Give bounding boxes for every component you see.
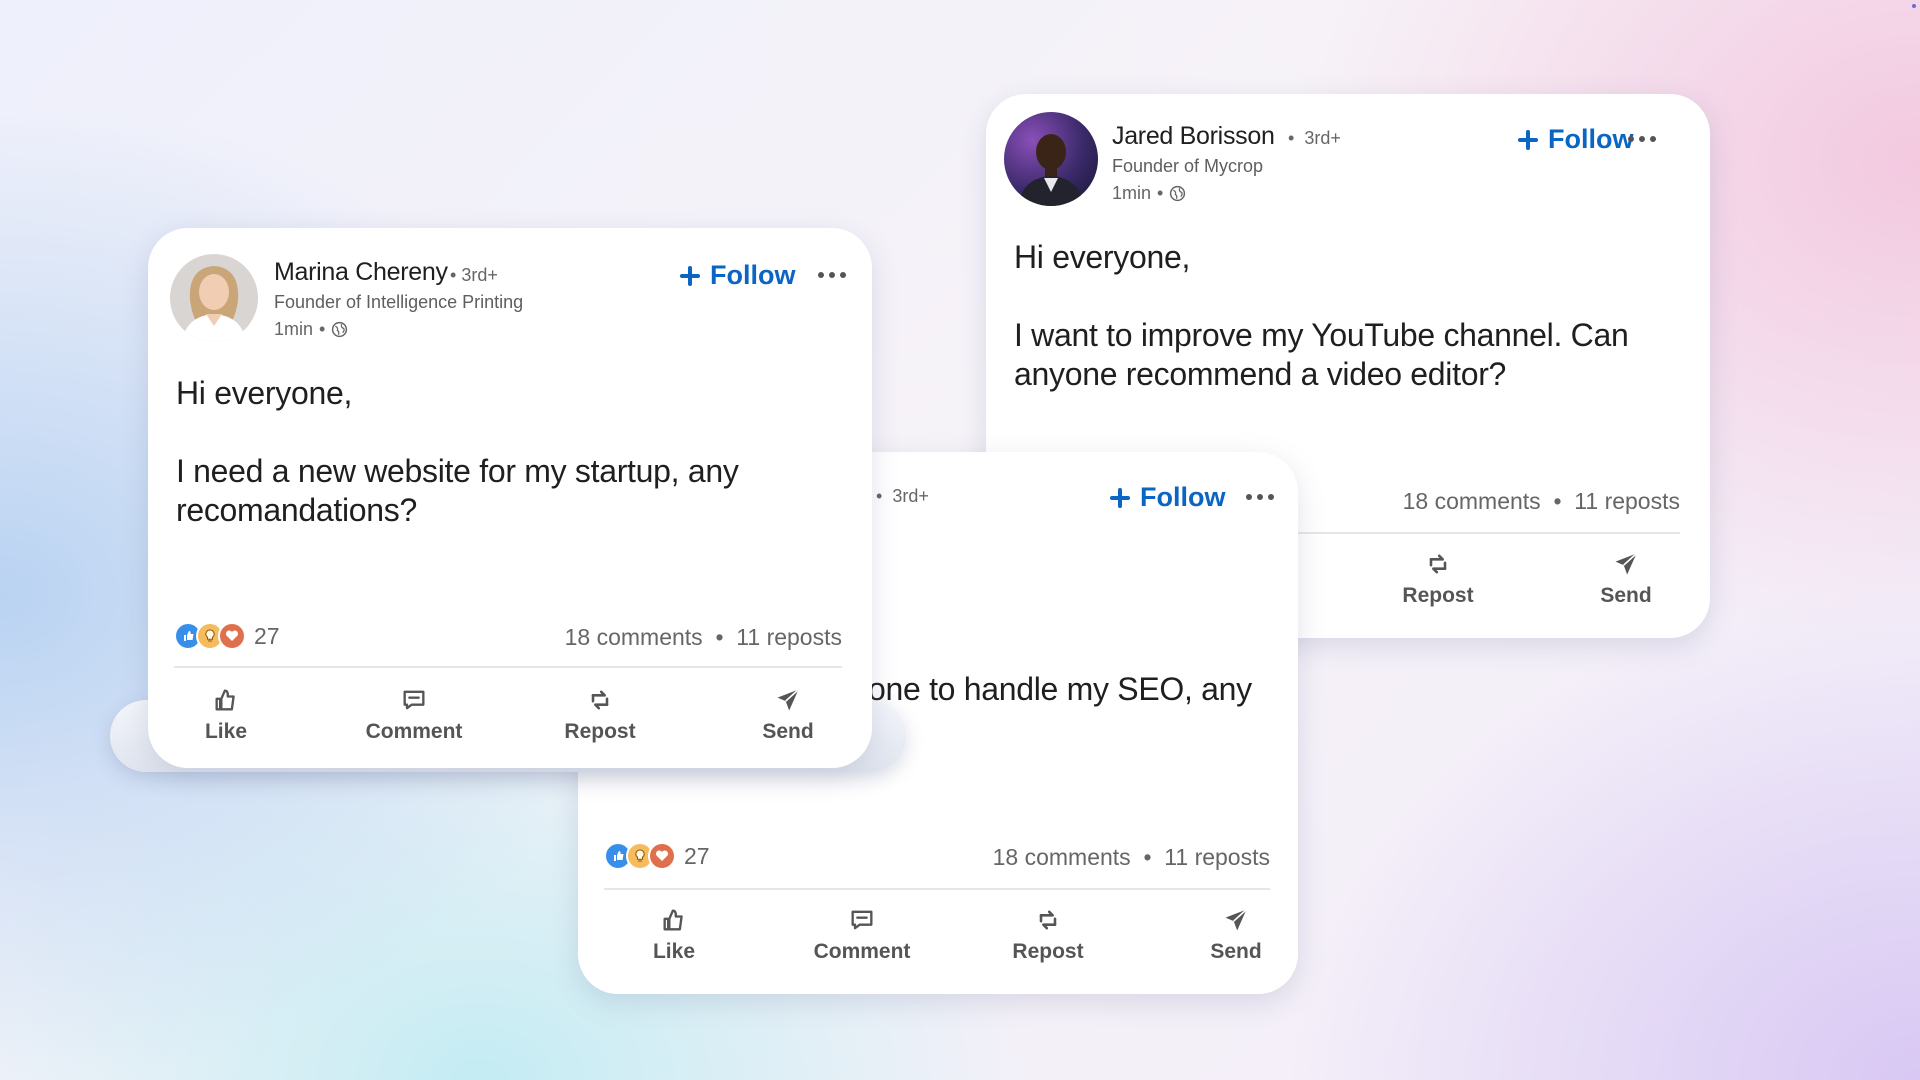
author-name[interactable]: Jared Borisson (1112, 122, 1275, 151)
repost-label: Repost (1402, 584, 1474, 607)
reactions-summary[interactable]: 27 (174, 622, 280, 650)
separator: • (876, 486, 883, 506)
globe-icon (1170, 185, 1186, 202)
like-label: Like (652, 940, 696, 963)
comment-button[interactable]: Comment (802, 906, 922, 964)
post-body: Hi everyone, I want to improve my YouTub… (1014, 238, 1674, 394)
follow-label: Follow (710, 260, 796, 290)
repost-button[interactable]: Repost (540, 686, 660, 744)
send-icon (1225, 908, 1248, 931)
repost-button[interactable]: Repost (1378, 550, 1498, 608)
like-icon (663, 909, 683, 931)
repost-icon (591, 690, 609, 710)
divider (174, 666, 842, 668)
separator: • (1553, 488, 1562, 514)
like-button[interactable]: Like (166, 686, 286, 744)
degree-label: 3rd+ (1304, 128, 1341, 148)
post-stats: 18 comments • 11 reposts (993, 844, 1270, 871)
post-message: I want to improve my YouTube channel. Ca… (1014, 317, 1629, 392)
divider (604, 888, 1270, 890)
post-stats: 18 comments • 11 reposts (565, 624, 842, 651)
post-body: Hi everyone, I need a new website for my… (176, 374, 806, 530)
author-name[interactable]: Marina Chereny (274, 258, 448, 287)
follow-button[interactable]: Follow (1518, 124, 1633, 155)
send-label: Send (1600, 584, 1652, 607)
send-label: Send (762, 720, 814, 743)
comment-icon (851, 910, 873, 930)
author-headline: Founder of Mycrop (1112, 156, 1264, 176)
send-button[interactable]: Send (1566, 550, 1686, 608)
like-label: Like (204, 720, 248, 743)
reactions-summary[interactable]: 27 (604, 842, 710, 870)
follow-label: Follow (1548, 124, 1634, 154)
repost-label: Repost (1012, 940, 1084, 963)
post-message: I need a new website for my startup, any… (176, 453, 739, 528)
post-greeting: Hi everyone, (176, 375, 353, 411)
plus-icon (1110, 487, 1130, 508)
repost-icon (1039, 910, 1057, 930)
degree-label: 3rd+ (461, 265, 498, 285)
comment-label: Comment (365, 720, 463, 743)
post-message: one to handle my SEO, any (868, 671, 1252, 707)
plus-icon (680, 265, 700, 286)
reaction-count: 27 (254, 622, 280, 649)
repost-icon (1429, 554, 1447, 574)
connection-degree: • 3rd+ (450, 265, 498, 286)
comments-count[interactable]: 18 comments (1403, 488, 1541, 514)
send-icon (1615, 552, 1638, 575)
more-icon[interactable] (1246, 494, 1274, 500)
post-greeting: Hi everyone, (1014, 239, 1191, 275)
plus-icon (1518, 129, 1538, 150)
love-reaction-icon (648, 842, 676, 870)
send-button[interactable]: Send (728, 686, 848, 744)
like-icon (215, 689, 235, 711)
love-reaction-icon (218, 622, 246, 650)
like-button[interactable]: Like (614, 906, 734, 964)
separator: • (1157, 183, 1164, 203)
more-icon[interactable] (1628, 136, 1656, 142)
comment-button[interactable]: Comment (354, 686, 474, 744)
avatar[interactable] (170, 254, 258, 342)
separator: • (1288, 128, 1295, 148)
separator: • (1143, 844, 1152, 870)
reaction-count: 27 (684, 842, 710, 869)
separator: • (319, 319, 326, 339)
separator: • (450, 265, 457, 285)
globe-icon (332, 321, 348, 338)
post-stats: 18 comments • 11 reposts (1403, 488, 1680, 515)
follow-label: Follow (1140, 482, 1226, 512)
degree-label: 3rd+ (892, 486, 929, 506)
author-headline: Founder of Intelligence Printing (274, 292, 524, 312)
avatar[interactable] (1004, 112, 1098, 206)
post-time: 1min • (274, 319, 348, 340)
connection-degree: • 3rd+ (876, 486, 929, 507)
send-label: Send (1210, 940, 1262, 963)
time-label: 1min (1112, 183, 1152, 203)
comment-label: Comment (813, 940, 911, 963)
repost-button[interactable]: Repost (988, 906, 1108, 964)
repost-label: Repost (564, 720, 636, 743)
follow-button[interactable]: Follow (1110, 482, 1225, 513)
follow-button[interactable]: Follow (680, 260, 795, 291)
corner-dot (1912, 4, 1916, 8)
reposts-count[interactable]: 11 reposts (1164, 844, 1270, 870)
post-card-marina: Marina Chereny • 3rd+ Founder of Intelli… (148, 228, 872, 768)
connection-degree: • 3rd+ (1288, 128, 1341, 149)
comments-count[interactable]: 18 comments (565, 624, 703, 650)
send-button[interactable]: Send (1176, 906, 1296, 964)
comments-count[interactable]: 18 comments (993, 844, 1131, 870)
send-icon (777, 688, 800, 711)
time-label: 1min (274, 319, 314, 339)
more-icon[interactable] (818, 272, 846, 278)
post-time: 1min • (1112, 183, 1186, 204)
comment-icon (403, 690, 425, 710)
separator: • (715, 624, 724, 650)
reposts-count[interactable]: 11 reposts (1574, 488, 1680, 514)
reposts-count[interactable]: 11 reposts (736, 624, 842, 650)
